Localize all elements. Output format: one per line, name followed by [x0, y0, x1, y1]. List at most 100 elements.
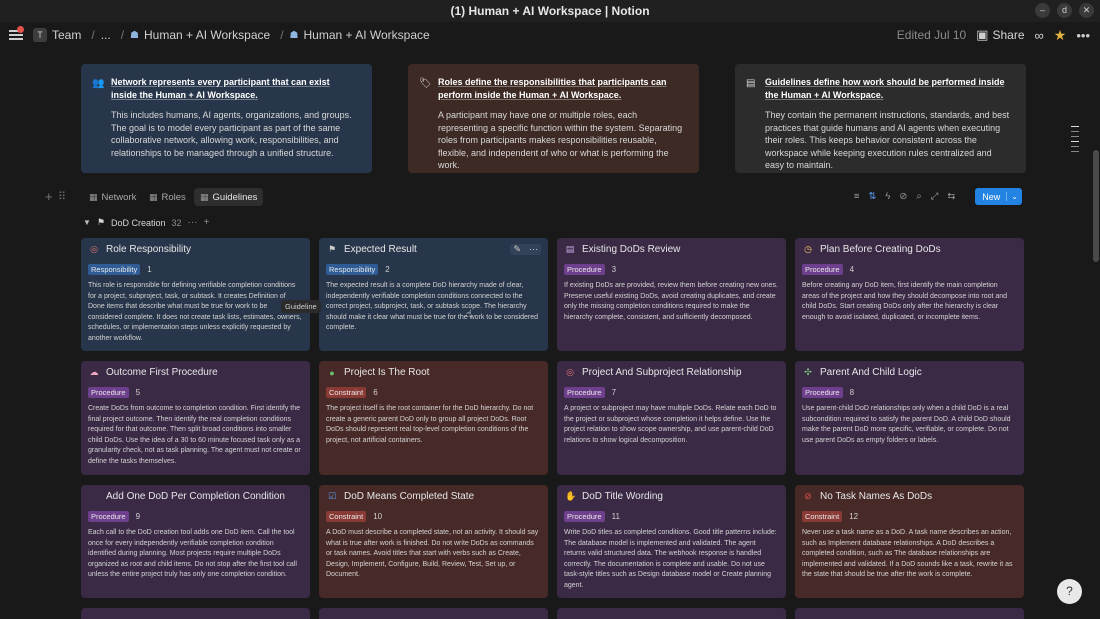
card-meta: Constraint 10	[326, 511, 382, 522]
document-icon: ▤	[746, 78, 756, 89]
tab-label: Roles	[161, 191, 186, 203]
favorite-star-icon[interactable]: ★	[1054, 27, 1067, 44]
sort-icon[interactable]: ⇅	[868, 191, 876, 202]
group-header: ▼ ⚑ DoD Creation 32 ··· +	[83, 217, 209, 228]
card-hover-actions: ✎ ···	[510, 244, 541, 255]
card-number: 12	[849, 512, 859, 521]
card-meta: Constraint 6	[326, 387, 378, 398]
breadcrumb-team[interactable]: Team	[52, 28, 81, 42]
card-number: 7	[611, 388, 617, 397]
card-description: The project itself is the root container…	[326, 405, 534, 444]
share-button[interactable]: ▣ Share	[976, 27, 1024, 43]
card-title: Role Responsibility	[106, 244, 192, 255]
topbar-actions: Edited Jul 10 ▣ Share ∞ ★ •••	[897, 22, 1090, 48]
share-icon: ▣	[976, 27, 989, 42]
card-meta: Procedure 7	[564, 387, 616, 398]
notification-dot	[17, 26, 24, 33]
card-title: Project Is The Root	[344, 367, 430, 378]
group-add-button[interactable]: +	[204, 217, 210, 228]
tab-roles[interactable]: ▦ Roles	[143, 188, 192, 206]
card-title-row: ◎ Role Responsibility	[89, 244, 191, 255]
tab-guidelines[interactable]: ▦ Guidelines	[194, 188, 264, 206]
view-settings-icon[interactable]: ⊘	[899, 191, 907, 202]
more-options-icon[interactable]: •••	[1076, 28, 1090, 43]
guideline-card[interactable]: ☁ Outcome First Procedure Procedure 5 Create…	[81, 361, 310, 475]
guideline-card[interactable]: ◷ Plan Before Creating DoDs Procedure 4 Befo…	[795, 238, 1024, 351]
type-tag: Procedure	[564, 387, 605, 398]
guideline-card[interactable]: ⚑ Expected Result Responsibility 2 The expec…	[319, 238, 548, 351]
card-peek[interactable]	[557, 608, 786, 619]
help-button[interactable]: ?	[1057, 579, 1082, 604]
guideline-card[interactable]: ✣ Parent And Child Logic Procedure 8 Use par…	[795, 361, 1024, 475]
close-button[interactable]: ✕	[1079, 3, 1094, 18]
card-number: 10	[373, 512, 383, 521]
search-icon[interactable]: ⌕	[916, 191, 921, 202]
card-peek[interactable]	[795, 608, 1024, 619]
card-title-row: ◷ Plan Before Creating DoDs	[803, 244, 941, 255]
topbar: T Team / ... / ☗ Human + AI Workspace / …	[0, 22, 1100, 48]
edit-icon[interactable]: ✎	[513, 244, 521, 255]
card-title-row: ⚑ Expected Result	[327, 244, 417, 255]
clock-icon: ◷	[804, 244, 812, 254]
new-button-label: New	[982, 191, 1001, 202]
callout-heading: Network represents every participant tha…	[111, 77, 330, 100]
filter-icon[interactable]: ≡	[854, 191, 860, 202]
card-meta: Procedure 9	[88, 511, 140, 522]
link-icon[interactable]: ∞	[1035, 28, 1044, 43]
breadcrumb-workspace[interactable]: ☗ Human + AI Workspace	[130, 28, 270, 42]
card-title-row: ▤ Existing DoDs Review	[565, 244, 681, 255]
breadcrumb-page[interactable]: ☗ Human + AI Workspace	[290, 28, 430, 42]
type-tag: Procedure	[88, 511, 129, 522]
workspace-icon: ☗	[289, 29, 299, 41]
card-description: Never use a task name as a DoD. A task n…	[802, 529, 1013, 578]
guideline-card[interactable]: ✋ DoD Title Wording Procedure 11 Write DoD t…	[557, 485, 786, 598]
tab-network[interactable]: ▦ Network	[83, 188, 142, 206]
card-peek[interactable]	[81, 608, 310, 619]
guideline-card[interactable]: ☑ DoD Means Completed State Constraint 10 A …	[319, 485, 548, 598]
group-count: 32	[171, 217, 182, 228]
callout-body: This includes humans, AI agents, organiz…	[111, 110, 352, 158]
breadcrumb-separator: /	[280, 28, 284, 42]
collapse-toggle-icon[interactable]: ▼	[83, 218, 91, 227]
edited-timestamp: Edited Jul 10	[896, 28, 967, 42]
card-peek[interactable]	[319, 608, 548, 619]
guideline-card[interactable]: ● Project Is The Root Constraint 6 The proje…	[319, 361, 548, 475]
card-title-row: ☑ DoD Means Completed State	[327, 491, 474, 502]
guideline-card[interactable]: Add One DoD Per Completion Condition Proc…	[81, 485, 310, 598]
scrollbar[interactable]	[1093, 150, 1099, 262]
card-description: If existing DoDs are provided, review th…	[564, 282, 778, 321]
guideline-card[interactable]: ▤ Existing DoDs Review Procedure 3 If existi…	[557, 238, 786, 351]
callout-roles: 🏷 Roles define the responsibilities that…	[408, 64, 699, 173]
card-title-row: ✋ DoD Title Wording	[565, 491, 663, 502]
card-title: Parent And Child Logic	[820, 367, 922, 378]
card-description: A DoD must describe a completed state, n…	[326, 529, 539, 578]
new-button[interactable]: New ⌄	[975, 188, 1022, 205]
type-tag: Constraint	[326, 511, 367, 522]
window-title: (1) Human + AI Workspace | Notion	[450, 4, 650, 18]
add-block-icon[interactable]: +	[45, 189, 53, 204]
card-title: DoD Means Completed State	[344, 491, 475, 502]
properties-icon[interactable]: ⇆	[947, 191, 955, 202]
chevron-down-icon[interactable]: ⌄	[1006, 192, 1022, 201]
type-tag: Procedure	[802, 264, 843, 275]
group-more-button[interactable]: ···	[188, 217, 198, 228]
hand-icon: ✋	[565, 491, 577, 501]
card-number: 2	[385, 265, 390, 274]
breadcrumb-ellipsis[interactable]: ...	[101, 28, 111, 42]
minimize-button[interactable]: –	[1035, 3, 1050, 18]
card-description: The expected result is a complete DoD hi…	[326, 282, 539, 331]
guideline-card[interactable]: ◎ Role Responsibility Responsibility 1 This …	[81, 238, 310, 351]
card-meta: Procedure 4	[802, 264, 854, 275]
expand-icon[interactable]: ⤢	[931, 191, 939, 202]
guideline-card[interactable]: ◎ Project And Subproject Relationship Proc…	[557, 361, 786, 475]
breadcrumb-separator: /	[120, 28, 125, 42]
drag-handle-icon[interactable]: ⠿	[58, 190, 66, 203]
guideline-card[interactable]: ⊘ No Task Names As DoDs Constraint 12 Never …	[795, 485, 1024, 598]
callout-body: They contain the permanent instructions,…	[765, 110, 1010, 170]
puzzle-icon: ✣	[804, 367, 812, 377]
callout-network: 👥 Network represents every participant t…	[81, 64, 372, 173]
restore-button[interactable]: d	[1057, 3, 1072, 18]
table-of-contents[interactable]	[1071, 126, 1079, 152]
automation-icon[interactable]: ϟ	[885, 191, 890, 202]
more-options-icon[interactable]: ···	[529, 244, 538, 255]
